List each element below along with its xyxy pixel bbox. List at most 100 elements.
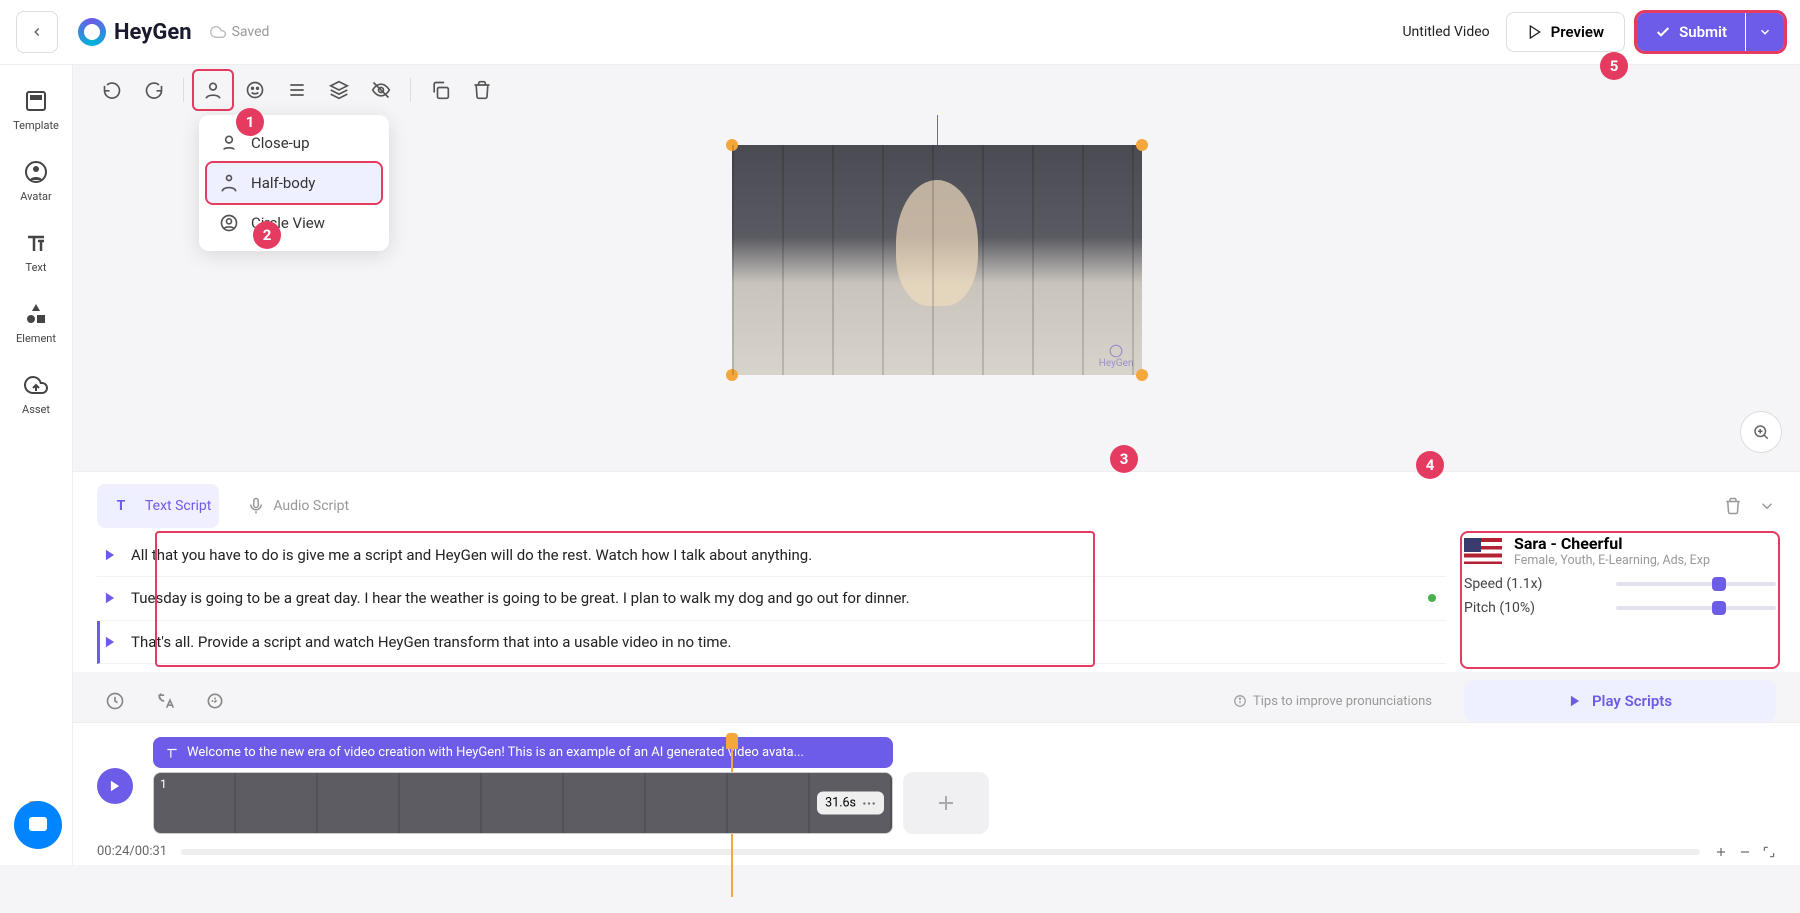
avatar-video-element[interactable]: HeyGen xyxy=(732,145,1142,375)
canvas-zoom-button[interactable] xyxy=(1740,411,1782,453)
ai-assist-button[interactable] xyxy=(197,683,233,719)
play-scripts-label: Play Scripts xyxy=(1592,692,1672,710)
pronunciation-tips[interactable]: Tips to improve pronunciations xyxy=(1233,694,1432,709)
project-name[interactable]: Untitled Video xyxy=(1402,24,1489,40)
preview-button[interactable]: Preview xyxy=(1506,12,1625,52)
clip-duration: 31.6s xyxy=(825,796,856,811)
saved-label: Saved xyxy=(232,24,270,40)
heygen-logo-icon xyxy=(78,18,106,46)
script-line-2-text[interactable]: Tuesday is going to be a great day. I he… xyxy=(131,587,910,610)
intercom-launcher[interactable] xyxy=(14,801,62,849)
timeline-scrollbar[interactable] xyxy=(181,849,1700,855)
preview-label: Preview xyxy=(1551,23,1604,41)
save-status: Saved xyxy=(210,24,270,40)
chevron-left-icon xyxy=(30,25,44,39)
caption-track[interactable]: Welcome to the new era of video creation… xyxy=(153,737,893,768)
play-scripts-button[interactable]: Play Scripts xyxy=(1464,680,1776,722)
fit-icon[interactable] xyxy=(1762,845,1776,859)
align-button[interactable] xyxy=(278,71,316,109)
nav-avatar[interactable]: Avatar xyxy=(20,160,51,203)
play-outline-icon xyxy=(1527,24,1543,40)
back-button[interactable] xyxy=(16,11,58,53)
nav-template[interactable]: Template xyxy=(13,89,59,132)
delete-button[interactable] xyxy=(463,71,501,109)
callout-1: 1 xyxy=(236,108,264,136)
submit-button[interactable]: Submit xyxy=(1637,13,1745,51)
face-icon xyxy=(245,80,265,100)
check-icon xyxy=(1655,24,1671,40)
script-line-3-text[interactable]: That's all. Provide a script and watch H… xyxy=(131,631,731,654)
redo-button[interactable] xyxy=(135,71,173,109)
collapse-script-icon[interactable] xyxy=(1758,497,1776,515)
canvas-toolbar: Close-up Half-body Circle View xyxy=(73,65,1800,115)
text-track-icon xyxy=(165,746,179,760)
nav-element[interactable]: Element xyxy=(16,302,56,345)
text-icon xyxy=(24,231,48,255)
more-icon[interactable] xyxy=(862,801,876,805)
caption-text: Welcome to the new era of video creation… xyxy=(187,745,804,760)
add-scene-button[interactable] xyxy=(903,772,989,834)
tab-audio-script[interactable]: Audio Script xyxy=(239,491,357,521)
undo-icon xyxy=(102,80,122,100)
plus-icon xyxy=(934,791,958,815)
zoom-out-icon[interactable] xyxy=(1738,845,1752,859)
resize-handle-tl[interactable] xyxy=(726,139,738,151)
script-line-1-text[interactable]: All that you have to do is give me a scr… xyxy=(131,544,812,567)
layers-icon xyxy=(329,80,349,100)
play-line-icon[interactable] xyxy=(103,635,117,649)
voice-name: Sara - Cheerful xyxy=(1514,534,1710,553)
copy-button[interactable] xyxy=(421,71,459,109)
trash-icon xyxy=(472,80,492,100)
tab-text-script[interactable]: T Text Script xyxy=(97,484,219,528)
nav-element-label: Element xyxy=(16,332,56,345)
pause-settings-button[interactable] xyxy=(97,683,133,719)
translate-button[interactable] xyxy=(147,683,183,719)
script-line-3[interactable]: That's all. Provide a script and watch H… xyxy=(97,621,1446,665)
pitch-slider[interactable] xyxy=(1616,606,1776,610)
zoom-in-icon[interactable] xyxy=(1714,845,1728,859)
info-icon xyxy=(1233,694,1247,708)
play-line-icon[interactable] xyxy=(103,548,117,562)
pitch-label: Pitch (10%) xyxy=(1464,600,1535,616)
face-button[interactable] xyxy=(236,71,274,109)
brand-logo: HeyGen xyxy=(78,18,192,46)
video-clip[interactable]: 1 31.6s xyxy=(153,772,893,834)
clip-duration-pill[interactable]: 31.6s xyxy=(817,792,884,815)
script-line-2[interactable]: Tuesday is going to be a great day. I he… xyxy=(97,577,1446,621)
layers-button[interactable] xyxy=(320,71,358,109)
circleview-icon xyxy=(219,213,239,233)
nav-template-label: Template xyxy=(13,119,59,132)
view-option-halfbody[interactable]: Half-body xyxy=(207,163,381,203)
submit-dropdown-button[interactable] xyxy=(1746,13,1784,51)
clip-number: 1 xyxy=(160,777,167,791)
brand-name: HeyGen xyxy=(114,20,192,45)
submit-label: Submit xyxy=(1679,23,1727,41)
delete-script-icon[interactable] xyxy=(1724,497,1742,515)
avatar-view-button[interactable] xyxy=(194,71,232,109)
cloud-icon xyxy=(210,24,226,40)
resize-handle-br[interactable] xyxy=(1136,369,1148,381)
script-line-1[interactable]: All that you have to do is give me a scr… xyxy=(97,534,1446,578)
speed-label: Speed (1.1x) xyxy=(1464,576,1542,592)
chevron-down-icon xyxy=(1758,25,1772,39)
view-option-circle[interactable]: Circle View xyxy=(207,203,381,243)
resize-handle-bl[interactable] xyxy=(726,369,738,381)
nav-text-label: Text xyxy=(26,261,47,274)
closeup-icon xyxy=(219,133,239,153)
resize-handle-tr[interactable] xyxy=(1136,139,1148,151)
play-line-icon[interactable] xyxy=(103,591,117,605)
halfbody-label: Half-body xyxy=(251,174,315,192)
nav-text[interactable]: Text xyxy=(24,231,48,274)
play-icon xyxy=(1568,694,1582,708)
undo-button[interactable] xyxy=(93,71,131,109)
visibility-button[interactable] xyxy=(362,71,400,109)
timecode: 00:24/00:31 xyxy=(97,844,167,859)
view-option-closeup[interactable]: Close-up xyxy=(207,123,381,163)
halfbody-icon xyxy=(219,173,239,193)
zoom-icon xyxy=(1752,423,1770,441)
timeline-play-button[interactable] xyxy=(97,768,133,804)
nav-asset[interactable]: Asset xyxy=(22,373,50,416)
voice-selector[interactable]: Sara - Cheerful Female, Youth, E-Learnin… xyxy=(1464,534,1776,568)
speed-slider[interactable] xyxy=(1616,582,1776,586)
chat-icon xyxy=(26,813,50,837)
